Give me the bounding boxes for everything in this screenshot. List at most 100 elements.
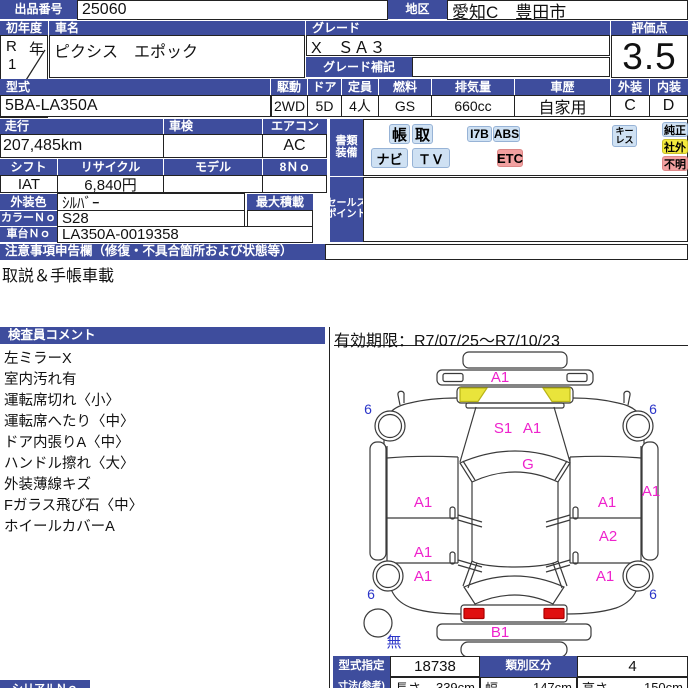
type-cert-header: 型式指定 xyxy=(333,656,390,677)
width-label: 幅 xyxy=(485,678,498,688)
badge-tv: ＴＶ xyxy=(412,148,450,168)
sales-label-line1: セールス xyxy=(326,198,367,209)
damage-code-label: G xyxy=(522,456,534,473)
badge-unknown: 不明 xyxy=(662,156,688,171)
first-year-era: R xyxy=(6,38,17,55)
capacity-value: 4人 xyxy=(341,95,379,117)
notes-cell xyxy=(325,244,688,260)
car-name-header: 車名 xyxy=(49,21,305,35)
auction-sheet: 出品番号 25060 地区 愛知C 豊田市 初年度 車名 グレード 評価点 R … xyxy=(0,0,688,688)
grade-note-value xyxy=(412,57,610,77)
right-taillight-highlight xyxy=(543,607,565,620)
max-load-value xyxy=(247,210,313,227)
left-taillight-highlight xyxy=(463,607,485,620)
interior-value: D xyxy=(649,95,688,117)
score-header: 評価点 xyxy=(611,21,688,35)
drive-header: 駆動 xyxy=(271,79,307,95)
drive-value: 2WD xyxy=(271,95,308,117)
windshield xyxy=(459,450,571,483)
grade-note-label: グレード補記 xyxy=(306,57,412,77)
damage-code-label: A1 xyxy=(414,568,432,585)
damage-code-label: 6 xyxy=(364,401,372,417)
badge-etc: ETC xyxy=(497,149,523,167)
inspector-comment: ドア内張りA〈中〉 xyxy=(4,435,130,451)
height-label: 高さ xyxy=(582,678,608,688)
left-sill xyxy=(369,441,387,561)
front-left-wheel xyxy=(374,410,406,442)
doors-value: 5D xyxy=(307,95,342,117)
district-label: 地区 xyxy=(388,0,447,19)
rear-bumper xyxy=(436,623,592,641)
shift-value: IAT xyxy=(0,175,58,193)
inspection-value xyxy=(163,134,263,158)
car-damage-diagram: A1 S1 A1 G A1 A1 A1 A1 A2 A1 A1 B1 6 6 6 6 無 xyxy=(363,351,660,658)
documents-equipment-label: 書類 装備 xyxy=(330,119,363,176)
recycle-value: 6,840円 xyxy=(57,175,164,193)
model-header: モデル xyxy=(164,159,262,175)
damage-code-label: A1 xyxy=(491,369,509,386)
first-year-year-suffix: 年 xyxy=(29,41,45,58)
mileage-value: 207,485km xyxy=(0,134,164,158)
mileage-header: 走行 xyxy=(0,119,163,134)
docs-label-line1: 書類 xyxy=(335,134,358,147)
serial-no-header: シリアルＮｏ xyxy=(0,680,90,688)
sales-point-label: セールス ポイント xyxy=(327,177,367,242)
interior-header: 内装 xyxy=(650,79,688,95)
color-no-value: S28 xyxy=(57,210,245,227)
inspector-comment: 運転席切れ〈小〉 xyxy=(4,393,120,409)
inspector-comments-list: 左ミラーX 室内汚れ有 運転席切れ〈小〉 運転席へたり〈中〉 ドア内張りA〈中〉 ハンドル… xyxy=(4,349,143,538)
inspector-comment: 左ミラーX xyxy=(4,351,72,367)
color-no-header: カラーＮｏ xyxy=(0,211,57,226)
badge-code: I7B xyxy=(467,126,492,142)
no8-header: 8Ｎｏ xyxy=(263,159,327,175)
inspector-comment: ホイールカバーA xyxy=(4,519,115,535)
doors-header: ドア xyxy=(308,79,341,95)
spare-tire xyxy=(363,608,393,638)
chassis-no-value: LA350A-0019358 xyxy=(57,226,313,243)
damage-code-label: S1 xyxy=(494,420,512,437)
damage-code-label: A1 xyxy=(642,483,660,500)
inspector-comment-header: 検査員コメント xyxy=(0,327,325,344)
badge-keyless-line2: レス xyxy=(615,135,634,145)
first-year-year: 1 xyxy=(8,56,17,73)
dimensions-header: 寸法(参考) xyxy=(333,677,390,688)
badge-keyless: キー レス xyxy=(612,125,637,147)
inspector-comment: ハンドル擦れ〈大〉 xyxy=(4,456,135,472)
damage-code-label: A2 xyxy=(599,528,617,545)
max-load-header: 最大積載 xyxy=(247,194,313,210)
displacement-value: 660cc xyxy=(431,95,515,117)
type-cert-value: 18738 xyxy=(390,656,480,677)
first-year-header: 初年度 xyxy=(0,21,48,35)
fuel-value: GS xyxy=(378,95,432,117)
validity-period: 有効期限：R7/07/25～R7/10/23 xyxy=(334,327,688,350)
section-divider xyxy=(329,327,330,688)
damage-code-label: B1 xyxy=(491,624,509,641)
length-cell: 長さ 339cm xyxy=(390,677,480,688)
notes-content: 取説＆手帳車載 xyxy=(2,268,115,285)
inspection-header: 車検 xyxy=(164,119,262,134)
docs-label-line2: 装備 xyxy=(335,146,358,159)
lot-number-label: 出品番号 xyxy=(0,0,77,19)
model-value xyxy=(163,175,263,193)
ext-color-value: ｼﾙﾊﾞｰ xyxy=(57,193,245,211)
damage-code-label: A1 xyxy=(523,420,541,437)
damage-code-label: A1 xyxy=(414,494,432,511)
sales-point-value xyxy=(363,177,688,242)
district-value: 愛知C 豊田市 xyxy=(447,0,688,20)
capacity-header: 定員 xyxy=(342,79,378,95)
damage-code-label: A1 xyxy=(596,568,614,585)
history-value: 自家用 xyxy=(514,95,611,117)
damage-code-label: 無 xyxy=(386,634,401,651)
badge-abs: ABS xyxy=(493,126,520,142)
damage-code-label: A1 xyxy=(598,494,616,511)
model-code-value: 5BA-LA350A xyxy=(0,95,271,117)
damage-code-label: 6 xyxy=(649,586,657,602)
damage-code-label: 6 xyxy=(649,401,657,417)
recycle-header: リサイクル xyxy=(58,159,163,175)
grade-header: グレード xyxy=(306,21,610,35)
score-value: 3.5 xyxy=(611,35,688,78)
rear-window xyxy=(463,575,565,605)
length-label: 長さ xyxy=(395,678,421,688)
shift-header: シフト xyxy=(0,159,57,175)
exterior-header: 外装 xyxy=(611,79,649,95)
